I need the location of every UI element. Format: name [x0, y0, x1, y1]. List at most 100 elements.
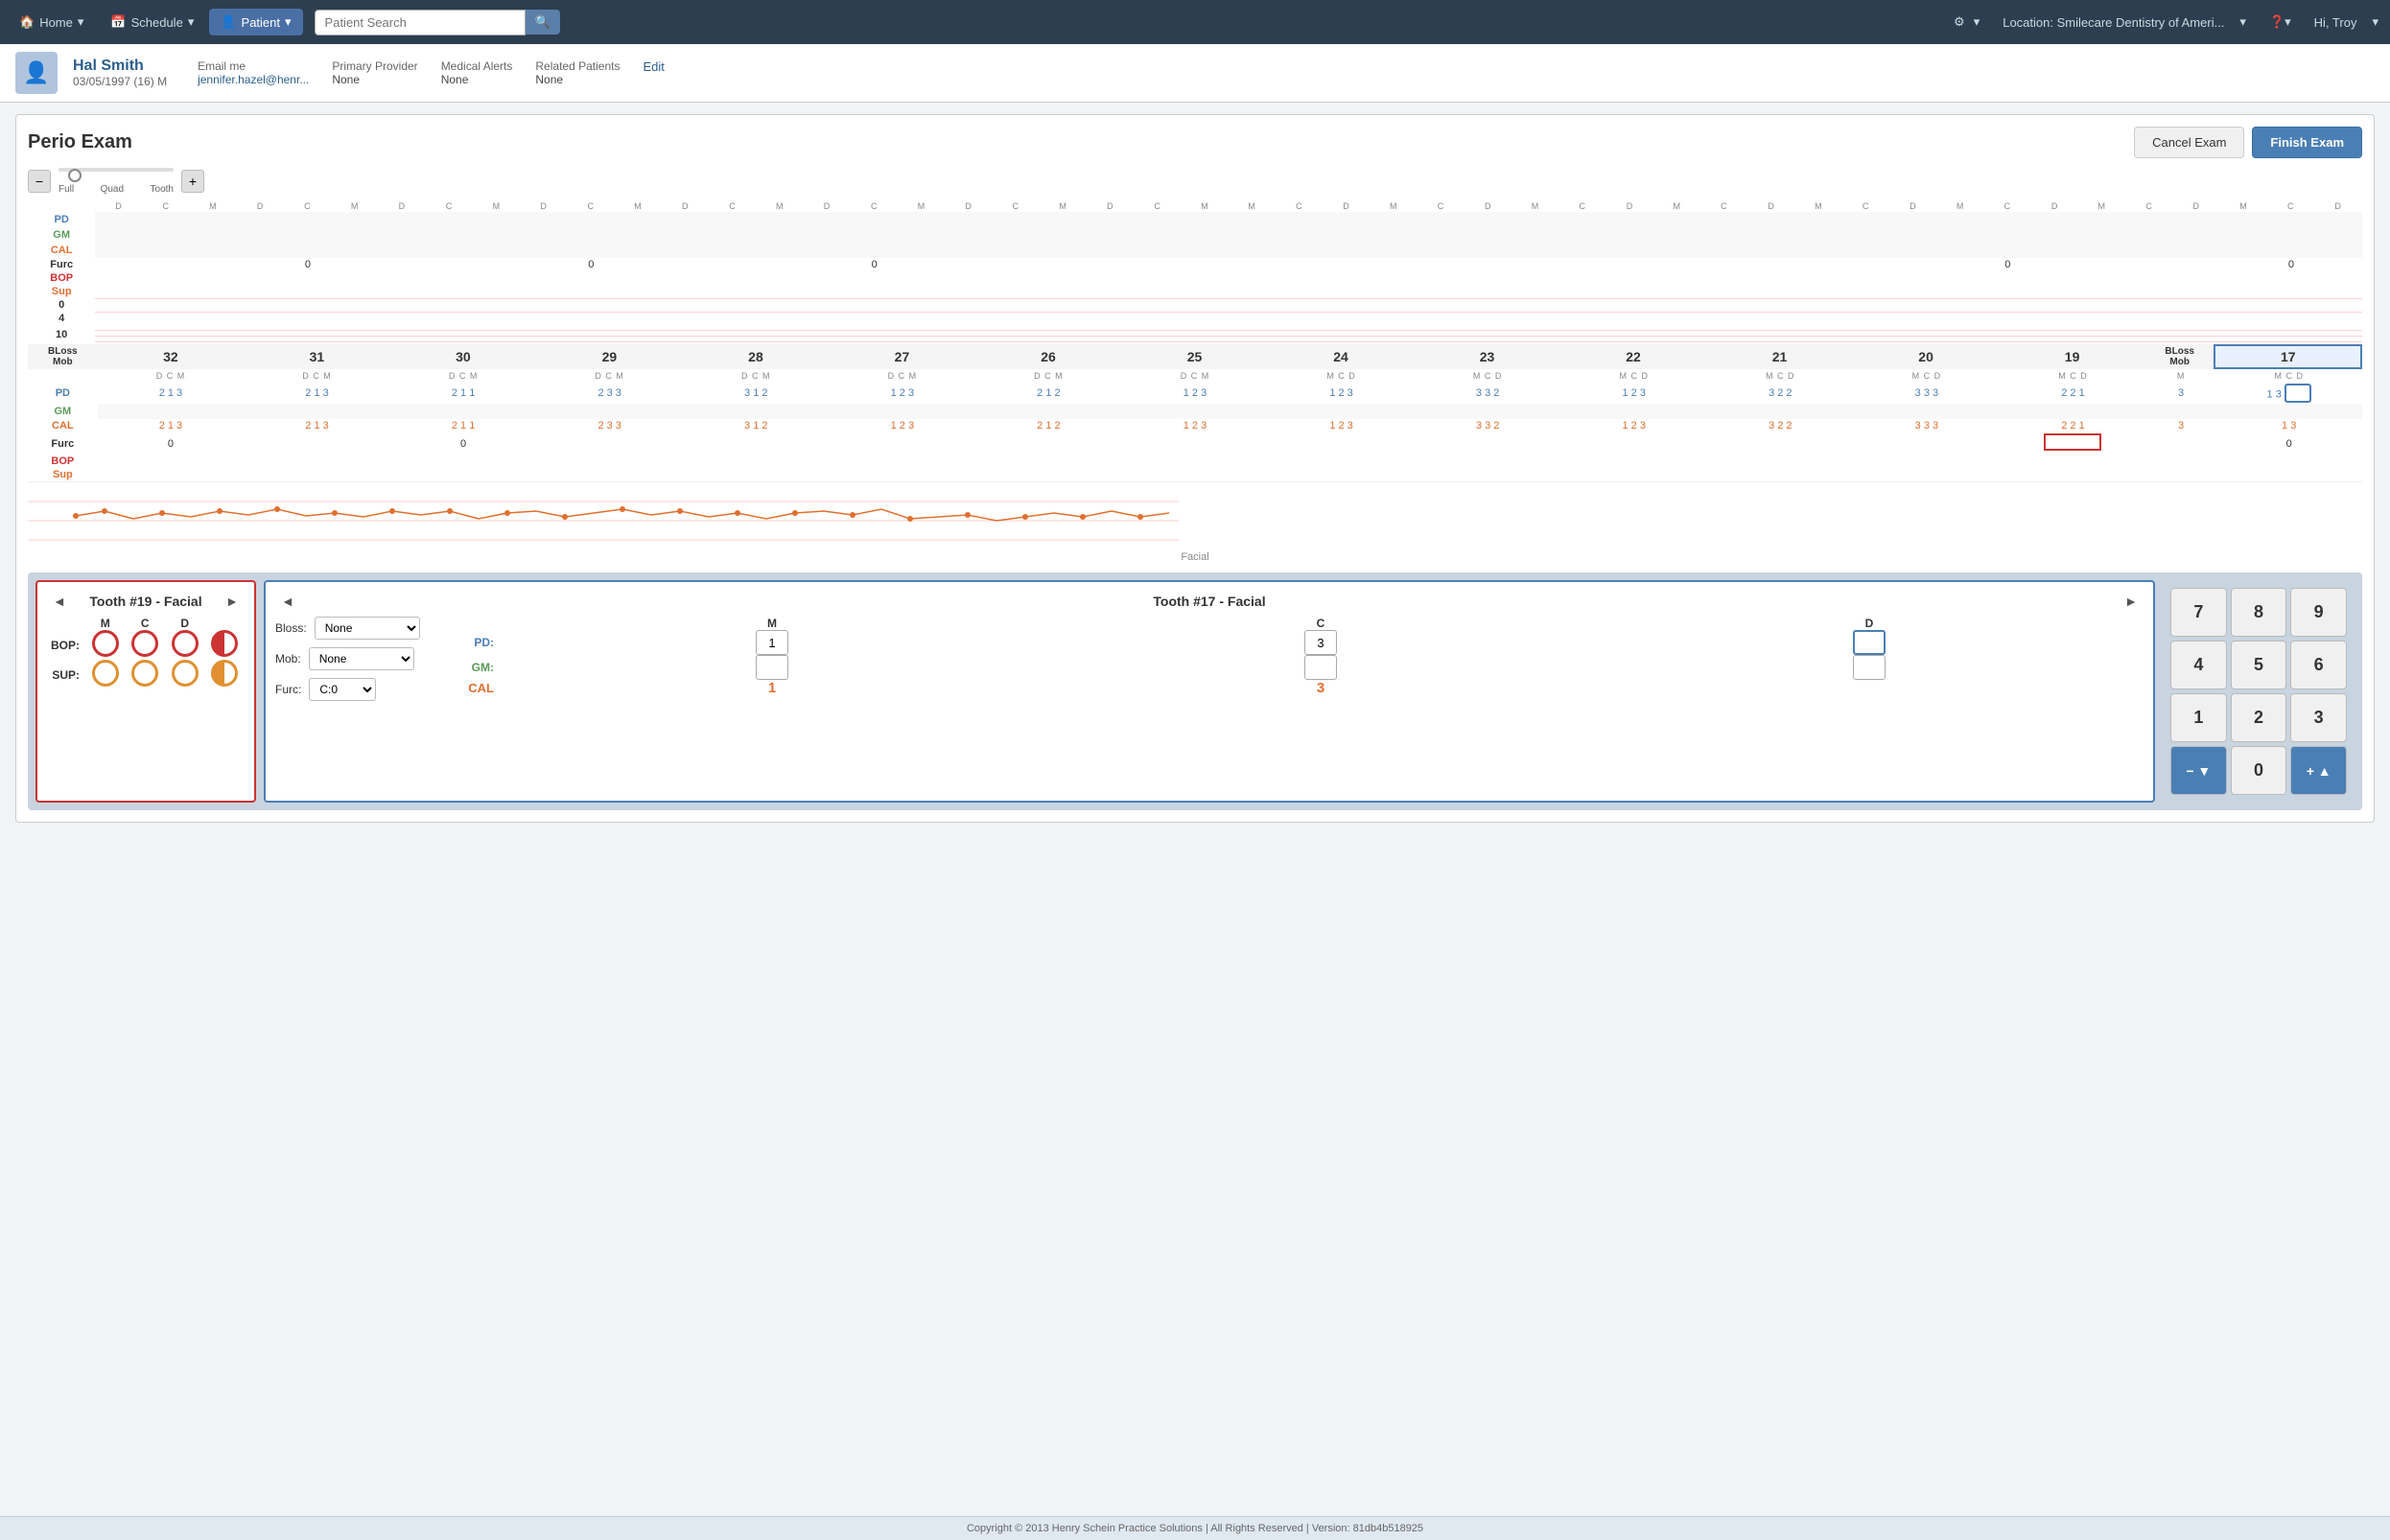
furc-select[interactable]: C:0 C:1 C:2 C:3	[309, 678, 376, 701]
medical-alerts-meta: Medical Alerts None	[441, 59, 513, 86]
numpad-1[interactable]: 1	[2170, 693, 2227, 742]
furc-field: Furc: C:0 C:1 C:2 C:3	[275, 678, 448, 701]
numpad-plus-up[interactable]: + ▲	[2290, 746, 2347, 795]
numpad-9[interactable]: 9	[2290, 588, 2347, 637]
pd-m-input[interactable]	[756, 630, 788, 655]
tooth19-grid: M C D BOP:	[47, 617, 245, 689]
medical-alerts-value: None	[441, 73, 513, 86]
bop-summary-circle	[211, 630, 238, 657]
upper-chart-table: DCM DCM DCM DCM DCM DCM DCM DCM MCD MCD …	[28, 200, 2362, 344]
pd-inputs-row: PD:	[463, 630, 2144, 655]
pd-d-input-17[interactable]	[1853, 630, 1886, 655]
nav-right-area: ⚙▾ Location: Smilecare Dentistry of Amer…	[1938, 9, 2382, 35]
search-input[interactable]	[315, 10, 526, 35]
footer-text: Copyright © 2013 Henry Schein Practice S…	[967, 1523, 1423, 1534]
tooth19-panel-header: ◄ Tooth #19 - Facial ►	[47, 592, 245, 611]
tooth17-panel: ◄ Tooth #17 - Facial ► Bloss: None	[264, 580, 2155, 803]
patient-chevron-icon: ▾	[285, 14, 292, 30]
bloss-select[interactable]: None	[315, 617, 420, 640]
pd-c-input[interactable]	[1304, 630, 1337, 655]
numpad-8[interactable]: 8	[2231, 588, 2287, 637]
numpad-6[interactable]: 6	[2290, 641, 2347, 689]
location-label: Location: Smilecare Dentistry of Ameri..…	[2003, 15, 2224, 30]
lower-chart-table: D C M D C M D C M D C M D C M D C M D C …	[28, 369, 2362, 481]
tooth17-left-fields: Bloss: None Mob: None Furc:	[275, 617, 448, 701]
numpad-7[interactable]: 7	[2170, 588, 2227, 637]
perio-card: Perio Exam Cancel Exam Finish Exam − Ful…	[15, 114, 2375, 823]
cal-row-lower: CAL 2 1 3 2 1 3 2 1 1 2 3 3 3 1 2 1 2 3 …	[28, 419, 2362, 432]
help-button[interactable]: ❓▾	[2258, 9, 2303, 35]
pd-d-input[interactable]	[2285, 384, 2311, 403]
pd-row-upper: PD	[28, 212, 2362, 227]
finish-exam-button[interactable]: Finish Exam	[2252, 127, 2362, 158]
bop-c-circle[interactable]	[131, 630, 158, 657]
furc-row-upper: Furc 0 0 0	[28, 258, 2362, 271]
edit-patient-link[interactable]: Edit	[643, 59, 664, 86]
upper-chart-section: DCM DCM DCM DCM DCM DCM DCM DCM MCD MCD …	[28, 200, 2362, 344]
zoom-slider[interactable]	[59, 168, 174, 183]
perio-action-buttons: Cancel Exam Finish Exam	[2134, 127, 2362, 158]
cancel-exam-button[interactable]: Cancel Exam	[2134, 127, 2244, 158]
bop-row-upper: BOP	[28, 271, 2362, 285]
gm-row-lower: GM	[28, 404, 2362, 419]
gm-row-upper: GM	[28, 227, 2362, 243]
schedule-icon: 📅	[110, 14, 126, 30]
bloss-mob-tooth-row: BLossMob 32 31 30 29 28 27 26 25 24 23 2…	[28, 345, 2361, 368]
email-meta: Email me jennifer.hazel@henr...	[198, 59, 309, 86]
settings-icon: ⚙	[1954, 14, 1965, 30]
gm-m-input[interactable]	[756, 655, 788, 680]
bottom-panels: ◄ Tooth #19 - Facial ► M C D	[28, 572, 2362, 810]
mob-field: Mob: None	[275, 647, 448, 670]
patient-button[interactable]: 👤 Patient ▾	[209, 9, 302, 35]
sup-m-circle[interactable]	[92, 660, 119, 687]
sup-d-circle[interactable]	[172, 660, 199, 687]
location-chevron-icon: ▾	[2239, 14, 2246, 30]
avatar: 👤	[15, 52, 58, 94]
gm-c-input[interactable]	[1304, 655, 1337, 680]
tooth17-next-button[interactable]: ►	[2119, 592, 2144, 611]
schedule-button[interactable]: 📅 Schedule ▾	[99, 9, 205, 35]
user-chevron-icon: ▾	[2372, 14, 2378, 30]
mob-select[interactable]: None	[309, 647, 414, 670]
tooth19-prev-button[interactable]: ◄	[47, 592, 72, 611]
numpad-minus-down[interactable]: − ▼	[2170, 746, 2227, 795]
zoom-controls: − Full Quad Tooth +	[28, 168, 2362, 195]
home-button[interactable]: 🏠 Home ▾	[8, 9, 95, 35]
sup-c-circle[interactable]	[131, 660, 158, 687]
settings-button[interactable]: ⚙▾	[1938, 9, 1991, 35]
patient-meta: Email me jennifer.hazel@henr... Primary …	[198, 59, 665, 86]
patient-icon: 👤	[221, 14, 236, 30]
related-patients-meta: Related Patients None	[535, 59, 620, 86]
perio-chart: DCM DCM DCM DCM DCM DCM DCM DCM MCD MCD …	[28, 200, 2362, 565]
sup-row-upper: Sup	[28, 285, 2362, 298]
numpad-3[interactable]: 3	[2290, 693, 2347, 742]
main-content: Perio Exam Cancel Exam Finish Exam − Ful…	[0, 103, 2390, 1516]
patient-email[interactable]: jennifer.hazel@henr...	[198, 73, 309, 86]
zoom-out-button[interactable]: −	[28, 170, 51, 193]
numpad-0[interactable]: 0	[2231, 746, 2287, 795]
tooth19-next-button[interactable]: ►	[220, 592, 245, 611]
bop-m-circle[interactable]	[92, 630, 119, 657]
tooth-numbers-row: BLossMob 32 31 30 29 28 27 26 25 24 23 2…	[28, 344, 2362, 369]
tooth17-prev-button[interactable]: ◄	[275, 592, 300, 611]
search-button[interactable]: 🔍	[526, 10, 560, 35]
gm-d-input[interactable]	[1853, 655, 1886, 680]
zoom-in-button[interactable]: +	[181, 170, 204, 193]
graph-0-upper: 0	[28, 298, 2362, 312]
facial-label: Facial	[28, 549, 2362, 565]
numpad-grid: 7 8 9 4 5 6 1 2 3 − ▼ 0 + ▲	[2163, 580, 2355, 803]
numpad-2[interactable]: 2	[2231, 693, 2287, 742]
perio-header: Perio Exam Cancel Exam Finish Exam	[28, 127, 2362, 158]
bop-d-circle[interactable]	[172, 630, 199, 657]
furc-row-lower: Furc 0 0	[28, 432, 2362, 455]
tooth17-panel-header: ◄ Tooth #17 - Facial ►	[275, 592, 2144, 611]
patient-header: 👤 Hal Smith 03/05/1997 (16) M Email me j…	[0, 44, 2390, 103]
home-chevron-icon: ▾	[78, 14, 84, 30]
numpad-4[interactable]: 4	[2170, 641, 2227, 689]
tooth19-title: Tooth #19 - Facial	[72, 594, 220, 609]
user-greeting: Hi, Troy	[2314, 15, 2357, 30]
patient-dob: 03/05/1997 (16) M	[73, 75, 167, 88]
zoom-thumb[interactable]	[68, 169, 82, 182]
related-patients-value: None	[535, 73, 620, 86]
numpad-5[interactable]: 5	[2231, 641, 2287, 689]
